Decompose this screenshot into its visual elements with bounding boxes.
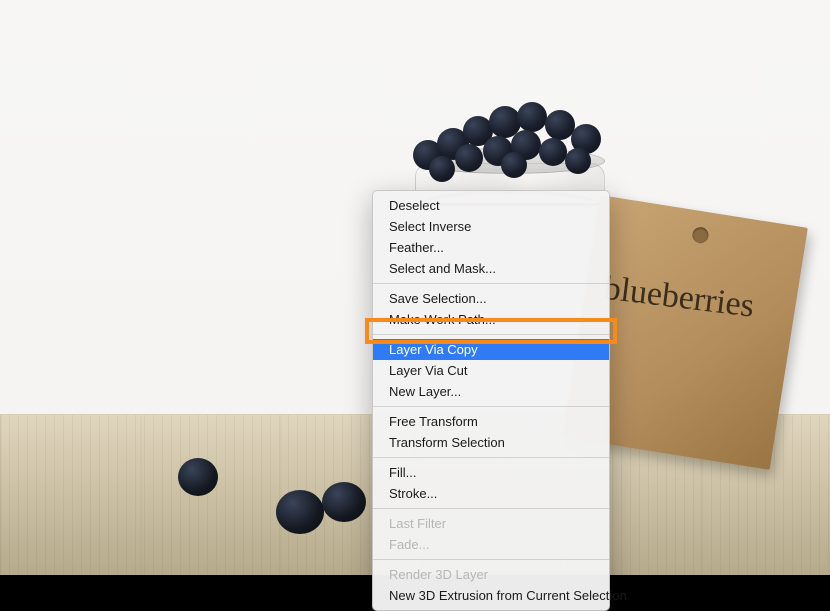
menu-item-layer-via-copy[interactable]: Layer Via Copy <box>373 339 609 360</box>
tag-text: blueberries <box>602 270 757 326</box>
menu-item-make-work-path[interactable]: Make Work Path... <box>373 309 609 330</box>
menu-item-feather[interactable]: Feather... <box>373 237 609 258</box>
canvas-background: blueberries DeselectSelect InverseFeathe… <box>0 0 830 575</box>
menu-separator <box>373 508 609 509</box>
menu-item-fill[interactable]: Fill... <box>373 462 609 483</box>
tag-hole <box>691 226 709 244</box>
menu-separator <box>373 334 609 335</box>
loose-blueberry <box>276 490 324 534</box>
loose-blueberry <box>178 458 218 496</box>
menu-item-new-layer[interactable]: New Layer... <box>373 381 609 402</box>
blueberries-pile <box>405 98 615 178</box>
menu-separator <box>373 457 609 458</box>
menu-item-select-inverse[interactable]: Select Inverse <box>373 216 609 237</box>
menu-item-deselect[interactable]: Deselect <box>373 195 609 216</box>
menu-separator <box>373 559 609 560</box>
menu-separator <box>373 283 609 284</box>
context-menu[interactable]: DeselectSelect InverseFeather...Select a… <box>372 190 610 611</box>
menu-item-select-and-mask[interactable]: Select and Mask... <box>373 258 609 279</box>
menu-separator <box>373 406 609 407</box>
menu-item-transform-selection[interactable]: Transform Selection <box>373 432 609 453</box>
menu-item-fade: Fade... <box>373 534 609 555</box>
menu-item-layer-via-cut[interactable]: Layer Via Cut <box>373 360 609 381</box>
menu-item-new-3d-extrusion-from-current-selection[interactable]: New 3D Extrusion from Current Selection <box>373 585 609 606</box>
menu-item-stroke[interactable]: Stroke... <box>373 483 609 504</box>
menu-item-last-filter: Last Filter <box>373 513 609 534</box>
loose-blueberry <box>322 482 366 522</box>
menu-item-free-transform[interactable]: Free Transform <box>373 411 609 432</box>
menu-item-save-selection[interactable]: Save Selection... <box>373 288 609 309</box>
